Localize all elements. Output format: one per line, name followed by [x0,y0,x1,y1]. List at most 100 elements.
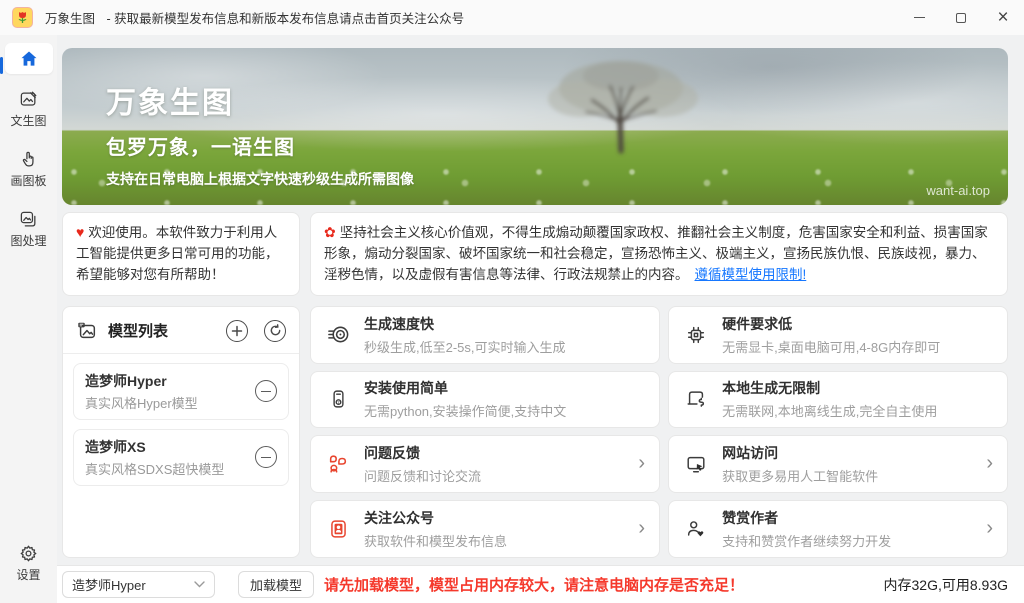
feature-title: 生成速度快 [364,314,645,334]
model-list-icon [76,320,98,342]
speed-icon [326,323,350,347]
chevron-down-icon [194,581,205,588]
title-bar: 万象生图 - 获取最新模型发布信息和新版本发布信息请点击首页关注公众号 × [0,0,1024,35]
sidebar-item-text2img[interactable]: 文生图 [5,83,53,134]
feature-card-hardware: 硬件要求低 无需显卡,桌面电脑可用,4-8G内存即可 [668,306,1008,364]
maximize-icon [956,13,966,23]
feature-card-website[interactable]: 网站访问 获取更多易用人工智能软件 › [668,435,1008,493]
sidebar-item-home[interactable] [5,43,53,74]
banner-watermark: want-ai.top [926,183,990,198]
feature-desc: 无需联网,本地离线生成,完全自主使用 [722,401,993,420]
local-offline-icon [684,387,708,411]
sidebar-item-label: 文生图 [10,112,46,129]
sidebar-item-drawboard[interactable]: 画图板 [5,143,53,194]
model-name: 造梦师Hyper [85,371,255,391]
model-select-value: 造梦师Hyper [72,575,146,594]
chevron-right-icon: › [638,518,645,541]
sidebar-item-label: 设置 [16,566,40,583]
feature-desc: 秒级生成,低至2-5s,可实时输入生成 [364,337,645,356]
feature-desc: 获取更多易用人工智能软件 [722,466,972,485]
model-list-panel: 模型列表 造梦师Hyper 真实风格Hyper模型 [62,306,300,558]
donate-icon [684,517,708,541]
refresh-icon [269,324,282,337]
sidebar-item-label: 画图板 [10,172,46,189]
banner-text: 万象生图 包罗万象，一语生图 支持在日常电脑上根据文字快速秒级生成所需图像 [106,78,414,189]
feature-card-official-account[interactable]: 关注公众号 获取软件和模型发布信息 › [310,500,660,558]
app-logo-icon [12,7,33,28]
maximize-button[interactable] [940,0,982,35]
website-icon [684,452,708,476]
model-description: 真实风格Hyper模型 [85,393,255,412]
feature-desc: 无需显卡,桌面电脑可用,4-8G内存即可 [722,337,993,356]
welcome-notice: ♥欢迎使用。本软件致力于利用人工智能提供更多日常可用的功能，希望能够对您有所帮助… [62,212,300,296]
chevron-right-icon: › [638,453,645,476]
model-list-item[interactable]: 造梦师Hyper 真实风格Hyper模型 [73,363,289,420]
feature-card-install: ? 安装使用简单 无需python,安装操作简便,支持中文 [310,371,660,429]
chip-icon [684,323,708,347]
sidebar: 文生图 画图板 图处理 设置 [0,35,57,603]
gear-icon [19,543,39,563]
chevron-right-icon: › [986,453,993,476]
model-name: 造梦师XS [85,437,255,457]
official-account-icon [326,517,350,541]
load-model-button[interactable]: 加载模型 [238,571,314,598]
feature-card-local: 本地生成无限制 无需联网,本地离线生成,完全自主使用 [668,371,1008,429]
easy-install-icon: ? [326,387,350,411]
memory-warning-text: 请先加载模型，模型占用内存较大，请注意电脑内存是否充足！ [324,574,744,595]
app-title: 万象生图 [45,12,95,26]
bottom-bar: 造梦师Hyper 加载模型 请先加载模型，模型占用内存较大，请注意电脑内存是否充… [57,565,1024,603]
heart-icon: ♥ [76,224,84,240]
sidebar-item-settings[interactable]: 设置 [5,537,53,588]
disclaimer-notice: ✿坚持社会主义核心价值观，不得生成煽动颠覆国家政权、推翻社会主义制度，危害国家安… [310,212,1008,296]
banner-description: 支持在日常电脑上根据文字快速秒级生成所需图像 [106,169,414,189]
memory-status: 内存32G,可用8.93G [884,575,1009,595]
feedback-icon [326,452,350,476]
feature-desc: 获取软件和模型发布信息 [364,531,624,550]
minimize-button[interactable] [898,0,940,35]
image-stack-icon [19,209,39,229]
refresh-models-button[interactable] [264,320,286,342]
feature-card-speed: 生成速度快 秒级生成,低至2-5s,可实时输入生成 [310,306,660,364]
banner-title: 万象生图 [106,78,414,122]
feature-card-donate[interactable]: 赞赏作者 支持和赞赏作者继续努力开发 › [668,500,1008,558]
remove-model-button[interactable] [255,446,277,468]
model-description: 真实风格SDXS超快模型 [85,459,255,478]
hero-banner: 万象生图 包罗万象，一语生图 支持在日常电脑上根据文字快速秒级生成所需图像 wa… [62,48,1008,205]
model-list-item[interactable]: 造梦师XS 真实风格SDXS超快模型 [73,429,289,486]
banner-subtitle: 包罗万象，一语生图 [106,131,414,160]
feature-title: 硬件要求低 [722,314,993,334]
feature-desc: 问题反馈和讨论交流 [364,466,624,485]
feature-desc: 无需python,安装操作简便,支持中文 [364,401,645,420]
plus-icon [231,325,243,337]
feature-title: 关注公众号 [364,508,624,528]
feature-title: 本地生成无限制 [722,378,993,398]
remove-model-button[interactable] [255,380,277,402]
chevron-right-icon: › [986,518,993,541]
feature-desc: 支持和赞赏作者继续努力开发 [722,531,972,550]
feature-title: 赞赏作者 [722,508,972,528]
home-icon [19,49,39,69]
model-list-title: 模型列表 [108,320,210,341]
feature-grid: 生成速度快 秒级生成,低至2-5s,可实时输入生成 硬件要求低 无需显卡,桌面电… [310,306,1008,558]
flower-icon: ✿ [324,224,336,240]
tulip-icon [16,11,29,25]
welcome-text: 欢迎使用。本软件致力于利用人工智能提供更多日常可用的功能，希望能够对您有所帮助！ [76,225,279,282]
home-content: 万象生图 包罗万象，一语生图 支持在日常电脑上根据文字快速秒级生成所需图像 wa… [57,35,1024,565]
app-title-suffix: - 获取最新模型发布信息和新版本发布信息请点击首页关注公众号 [107,12,465,26]
main-area: 万象生图 包罗万象，一语生图 支持在日常电脑上根据文字快速秒级生成所需图像 wa… [57,35,1024,603]
model-usage-policy-link[interactable]: 遵循模型使用限制! [695,267,807,282]
model-list-header: 模型列表 [63,307,299,354]
disclaimer-text: 坚持社会主义核心价值观，不得生成煽动颠覆国家政权、推翻社会主义制度，危害国家安全… [324,225,988,282]
model-select-dropdown[interactable]: 造梦师Hyper [62,571,215,598]
close-button[interactable]: × [982,0,1024,35]
sidebar-item-imgprocess[interactable]: 图处理 [5,203,53,254]
window-controls: × [898,0,1024,35]
add-model-button[interactable] [226,320,248,342]
app-window: 万象生图 - 获取最新模型发布信息和新版本发布信息请点击首页关注公众号 × 文生… [0,0,1024,603]
feature-card-feedback[interactable]: 问题反馈 问题反馈和讨论交流 › [310,435,660,493]
sidebar-item-label: 图处理 [10,232,46,249]
window-title: 万象生图 - 获取最新模型发布信息和新版本发布信息请点击首页关注公众号 [45,8,464,27]
text-to-image-icon [19,89,39,109]
feature-title: 问题反馈 [364,443,624,463]
banner-tree [516,54,726,159]
